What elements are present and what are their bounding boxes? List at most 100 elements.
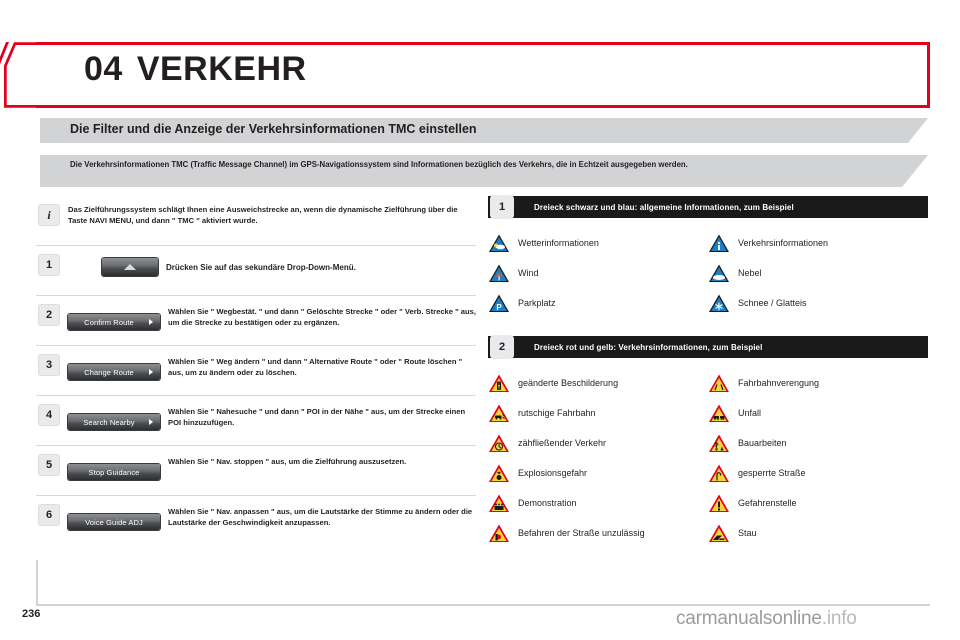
legend-section-1-grid: Wetterinformationen Verkehrsinformatione… bbox=[488, 228, 928, 318]
chevron-right-icon bbox=[149, 319, 153, 325]
list-item: Befahren der Straße unzulässig bbox=[488, 518, 708, 548]
list-item: Fahrbahnverengung bbox=[708, 368, 928, 398]
voice-guide-adj-label: Voice Guide ADJ bbox=[85, 517, 143, 527]
step-2-text: Wählen Sie " Wegbestät. " und dann " Gel… bbox=[168, 307, 477, 328]
svg-text:P: P bbox=[496, 303, 502, 312]
list-item-label: Unfall bbox=[738, 408, 762, 418]
list-item-label: Befahren der Straße unzulässig bbox=[518, 528, 645, 538]
change-route-label: Change Route bbox=[84, 367, 134, 377]
step-info-text: Das Zielführungssystem schlägt Ihnen ein… bbox=[68, 205, 458, 226]
search-nearby-button[interactable]: Search Nearby bbox=[68, 414, 160, 430]
list-item: Bauarbeiten bbox=[708, 428, 928, 458]
chevron-up-icon bbox=[124, 264, 136, 270]
chapter-header: 04 VERKEHR bbox=[4, 42, 930, 108]
step-2-badge: 2 bbox=[38, 304, 60, 326]
page-title: 04 VERKEHR bbox=[84, 50, 307, 89]
list-item-label: Wetterinformationen bbox=[518, 238, 599, 248]
step-5: 5 Stop Guidance Wählen Sie " Nav. stoppe… bbox=[36, 446, 476, 496]
slow-traffic-icon bbox=[489, 434, 509, 452]
list-item-label: rutschige Fahrbahn bbox=[518, 408, 596, 418]
confirm-route-label: Confirm Route bbox=[84, 317, 134, 327]
exclamation-icon bbox=[709, 494, 729, 512]
list-item-label: zähfließender Verkehr bbox=[518, 438, 607, 448]
search-nearby-label: Search Nearby bbox=[83, 417, 135, 427]
list-item-label: geänderte Beschilderung bbox=[518, 378, 619, 388]
list-item: gesperrte Straße bbox=[708, 458, 928, 488]
list-item: rutschige Fahrbahn bbox=[488, 398, 708, 428]
list-item: Demonstration bbox=[488, 488, 708, 518]
parking-p-icon: P bbox=[489, 294, 509, 312]
page-number: 236 bbox=[22, 608, 41, 620]
step-info-note: i Das Zielführungssystem schlägt Ihnen e… bbox=[36, 196, 476, 246]
accident-icon bbox=[709, 404, 729, 422]
step-1: 1 Drücken Sie auf das sekundäre Drop-Dow… bbox=[36, 246, 476, 296]
list-item-label: Fahrbahnverengung bbox=[738, 378, 820, 388]
list-item-label: Wind bbox=[518, 268, 539, 278]
list-item: P Parkplatz bbox=[488, 288, 708, 318]
chapter-name: VERKEHR bbox=[136, 50, 307, 88]
list-item: Wetterinformationen bbox=[488, 228, 708, 258]
legend-section-1-header: 1 Dreieck schwarz und blau: allgemeine I… bbox=[488, 195, 928, 219]
step-4-text: Wählen Sie " Nahesuche " und dann " POI … bbox=[168, 407, 466, 428]
step-2: 2 Confirm Route Wählen Sie " Wegbestät. … bbox=[36, 296, 476, 346]
section-title: Die Filter und die Anzeige der Verkehrsi… bbox=[70, 122, 477, 136]
legend-section-2-title: Dreieck rot und gelb: Verkehrsinformatio… bbox=[534, 342, 763, 352]
list-item-label: Schnee / Glatteis bbox=[738, 298, 807, 308]
list-item-label: Parkplatz bbox=[518, 298, 556, 308]
legend-section-1-title: Dreieck schwarz und blau: allgemeine Inf… bbox=[534, 202, 794, 212]
procedure-steps-column: i Das Zielführungssystem schlägt Ihnen e… bbox=[36, 196, 476, 546]
list-item-label: Bauarbeiten bbox=[738, 438, 787, 448]
watermark: carmanualsonline.info bbox=[676, 608, 857, 630]
section-intro-banner: Die Verkehrsinformationen TMC (Traffic M… bbox=[40, 155, 928, 187]
stop-guidance-button[interactable]: Stop Guidance bbox=[68, 464, 160, 480]
demonstration-icon bbox=[489, 494, 509, 512]
congestion-icon bbox=[709, 524, 729, 542]
list-item: Verkehrsinformationen bbox=[708, 228, 928, 258]
watermark-tld: .info bbox=[821, 608, 857, 629]
list-item: Explosionsgefahr bbox=[488, 458, 708, 488]
list-item: Gefahrenstelle bbox=[708, 488, 928, 518]
chapter-number: 04 bbox=[84, 50, 123, 88]
roadworks-icon bbox=[709, 434, 729, 452]
no-entry-icon bbox=[489, 524, 509, 542]
road-narrows-icon bbox=[709, 374, 729, 392]
list-item-label: Nebel bbox=[738, 268, 762, 278]
list-item-label: Stau bbox=[738, 528, 757, 538]
list-item: Schnee / Glatteis bbox=[708, 288, 928, 318]
chapter-corner-decoration bbox=[4, 42, 43, 108]
step-6: 6 Voice Guide ADJ Wählen Sie " Nav. anpa… bbox=[36, 496, 476, 546]
slippery-road-icon bbox=[489, 404, 509, 422]
manual-page: 04 VERKEHR Die Filter und die Anzeige der… bbox=[0, 0, 960, 640]
list-item-label: Gefahrenstelle bbox=[738, 498, 797, 508]
step-1-badge: 1 bbox=[38, 254, 60, 276]
voice-guide-adj-button[interactable]: Voice Guide ADJ bbox=[68, 514, 160, 530]
footer-rule bbox=[36, 604, 930, 606]
list-item-label: Demonstration bbox=[518, 498, 577, 508]
step-4-badge: 4 bbox=[38, 404, 60, 426]
dropdown-up-button[interactable] bbox=[102, 258, 158, 276]
step-3-text: Wählen Sie " Weg ändern " und dann " Alt… bbox=[168, 357, 463, 378]
list-item: geänderte Beschilderung bbox=[488, 368, 708, 398]
banner-tail-icon bbox=[896, 118, 928, 143]
list-item: Wind bbox=[488, 258, 708, 288]
legend-section-2-header: 2 Dreieck rot und gelb: Verkehrsinformat… bbox=[488, 335, 928, 359]
list-item-label: Verkehrsinformationen bbox=[738, 238, 829, 248]
snowflake-icon bbox=[709, 294, 729, 312]
info-icon: i bbox=[38, 204, 60, 226]
closed-road-icon bbox=[709, 464, 729, 482]
list-item: Unfall bbox=[708, 398, 928, 428]
step-4: 4 Search Nearby Wählen Sie " Nahesuche "… bbox=[36, 396, 476, 446]
legend-section-2-grid: geänderte Beschilderung Fahrbahnverengun… bbox=[488, 368, 928, 548]
stop-guidance-label: Stop Guidance bbox=[88, 467, 140, 477]
step-5-badge: 5 bbox=[38, 454, 60, 476]
fog-icon bbox=[709, 264, 729, 282]
confirm-route-button[interactable]: Confirm Route bbox=[68, 314, 160, 330]
legend-section-1-badge: 1 bbox=[490, 195, 514, 219]
step-5-text: Wählen Sie " Nav. stoppen " aus, um die … bbox=[168, 457, 407, 466]
step-3-badge: 3 bbox=[38, 354, 60, 376]
change-route-button[interactable]: Change Route bbox=[68, 364, 160, 380]
footer-vertical-rule bbox=[36, 560, 38, 606]
weather-sun-cloud-icon bbox=[489, 234, 509, 252]
section-intro-text: Die Verkehrsinformationen TMC (Traffic M… bbox=[70, 160, 688, 169]
step-1-text: Drücken Sie auf das sekundäre Drop-Down-… bbox=[166, 263, 356, 272]
